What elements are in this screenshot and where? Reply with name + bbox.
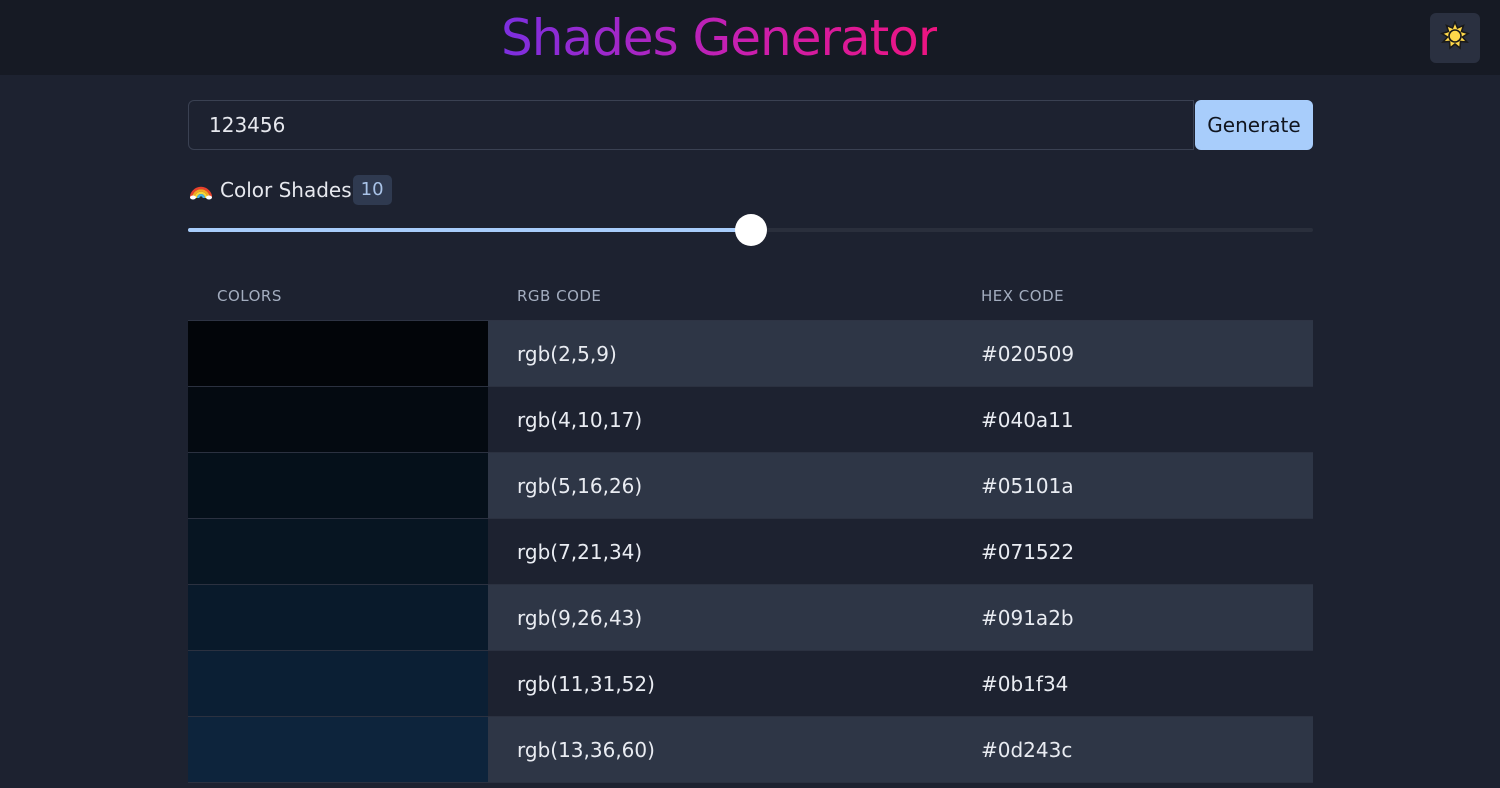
sun-icon <box>1440 19 1470 56</box>
color-swatch <box>188 321 488 386</box>
table-row: rgb(5,16,26) #05101a <box>188 453 1313 519</box>
color-swatch <box>188 519 488 584</box>
color-shades-label: Color Shades 10 <box>190 175 392 205</box>
table-row: rgb(4,10,17) #040a11 <box>188 387 1313 453</box>
table-body: rgb(2,5,9) #020509 rgb(4,10,17) #040a11 rgb(… <box>188 321 1313 783</box>
generate-button[interactable]: Generate <box>1195 100 1313 150</box>
top-bar: Shades Generator <box>0 0 1500 75</box>
hex-code-cell: #091a2b <box>981 606 1074 630</box>
color-swatch <box>188 453 488 518</box>
rgb-code-cell: rgb(13,36,60) <box>517 738 655 762</box>
table-row: rgb(7,21,34) #071522 <box>188 519 1313 585</box>
rainbow-icon <box>190 180 212 200</box>
color-swatch <box>188 651 488 716</box>
header-rgb-code: RGB CODE <box>517 287 602 305</box>
hex-color-input[interactable] <box>188 100 1194 150</box>
hex-code-cell: #0d243c <box>981 738 1073 762</box>
slider-fill <box>188 228 751 232</box>
rgb-code-cell: rgb(5,16,26) <box>517 474 643 498</box>
table-header: COLORS RGB CODE HEX CODE <box>188 270 1313 321</box>
color-shades-text: Color Shades <box>220 178 352 202</box>
table-row: rgb(2,5,9) #020509 <box>188 321 1313 387</box>
header-colors: COLORS <box>217 287 282 305</box>
rgb-code-cell: rgb(2,5,9) <box>517 342 617 366</box>
table-row: rgb(9,26,43) #091a2b <box>188 585 1313 651</box>
color-swatch <box>188 717 488 782</box>
slider-thumb[interactable] <box>734 214 767 246</box>
table-row: rgb(11,31,52) #0b1f34 <box>188 651 1313 717</box>
header-hex-code: HEX CODE <box>981 287 1065 305</box>
color-swatch <box>188 585 488 650</box>
shades-table: COLORS RGB CODE HEX CODE rgb(2,5,9) #0205… <box>188 270 1313 783</box>
rgb-code-cell: rgb(11,31,52) <box>517 672 655 696</box>
shades-count-badge: 10 <box>352 175 392 205</box>
app-title: Shades Generator <box>501 4 938 72</box>
color-swatch <box>188 387 488 452</box>
hex-code-cell: #040a11 <box>981 408 1074 432</box>
rgb-code-cell: rgb(9,26,43) <box>517 606 643 630</box>
rgb-code-cell: rgb(7,21,34) <box>517 540 643 564</box>
rgb-code-cell: rgb(4,10,17) <box>517 408 643 432</box>
hex-code-cell: #020509 <box>981 342 1075 366</box>
shades-slider[interactable] <box>188 214 1313 246</box>
table-row: rgb(13,36,60) #0d243c <box>188 717 1313 783</box>
hex-code-cell: #071522 <box>981 540 1075 564</box>
hex-code-cell: #0b1f34 <box>981 672 1069 696</box>
hex-code-cell: #05101a <box>981 474 1074 498</box>
theme-toggle-button[interactable] <box>1430 13 1480 63</box>
